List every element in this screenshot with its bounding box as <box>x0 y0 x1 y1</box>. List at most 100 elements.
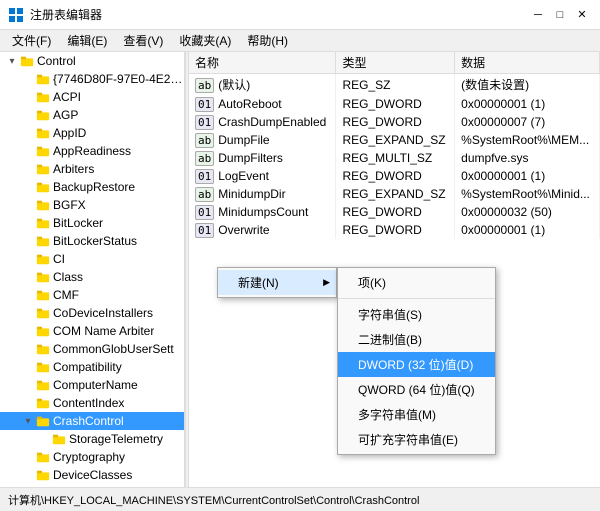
main-area: ▾ Control {7746D80F-97E0-4E26-... ACPI A… <box>0 52 600 487</box>
menu-item-file[interactable]: 文件(F) <box>4 30 59 51</box>
minimize-button[interactable]: ─ <box>528 5 548 25</box>
tree-expand-icon: ▾ <box>4 56 20 67</box>
table-row[interactable]: 01MinidumpsCountREG_DWORD0x00000032 (50) <box>189 203 600 221</box>
submenu-item-item-qword[interactable]: QWORD (64 位)值(Q) <box>338 377 495 402</box>
tree-item-bgfx[interactable]: BGFX <box>0 196 184 214</box>
cell-data: dumpfve.sys <box>455 149 600 167</box>
tree-item-label: COM Name Arbiter <box>53 324 154 338</box>
tree-item-contentindex[interactable]: ContentIndex <box>0 394 184 412</box>
cell-type: REG_MULTI_SZ <box>336 149 455 167</box>
folder-icon <box>36 396 50 410</box>
cell-data: (数值未设置) <box>455 74 600 96</box>
tree-item-cmf[interactable]: CMF <box>0 286 184 304</box>
folder-icon <box>36 162 50 176</box>
folder-icon <box>36 342 50 356</box>
menu-item-edit[interactable]: 编辑(E) <box>59 30 115 51</box>
string-icon: ab <box>195 151 214 166</box>
folder-icon <box>36 414 50 428</box>
string-icon: ab <box>195 187 214 202</box>
col-header-type[interactable]: 类型 <box>336 52 455 74</box>
folder-icon <box>36 450 50 464</box>
tree-item-codeviceinstallers[interactable]: CoDeviceInstallers <box>0 304 184 322</box>
menu-item-view[interactable]: 查看(V) <box>115 30 171 51</box>
submenu-item-item-binary[interactable]: 二进制值(B) <box>338 327 495 352</box>
tree-item-label: BitLockerStatus <box>53 234 137 248</box>
folder-icon <box>36 234 50 248</box>
tree-item-computername[interactable]: ComputerName <box>0 376 184 394</box>
menu-bar: 文件(F)编辑(E)查看(V)收藏夹(A)帮助(H) <box>0 30 600 52</box>
cell-data: 0x00000001 (1) <box>455 95 600 113</box>
table-row[interactable]: 01LogEventREG_DWORD0x00000001 (1) <box>189 167 600 185</box>
tree-item-ci[interactable]: CI <box>0 250 184 268</box>
dword-icon: 01 <box>195 97 214 112</box>
tree-item-compatibility[interactable]: Compatibility <box>0 358 184 376</box>
tree-item-backuprestore[interactable]: BackupRestore <box>0 178 184 196</box>
tree-item-class[interactable]: Class <box>0 268 184 286</box>
tree-item-commonglobusersett[interactable]: CommonGlobUserSett <box>0 340 184 358</box>
tree-item-appreadiness[interactable]: AppReadiness <box>0 142 184 160</box>
submenu-item-item-expand[interactable]: 可扩充字符串值(E) <box>338 427 495 452</box>
folder-icon <box>36 144 50 158</box>
col-header-data[interactable]: 数据 <box>455 52 600 74</box>
cell-name: abDumpFile <box>189 131 336 149</box>
submenu-item-item-string[interactable]: 字符串值(S) <box>338 302 495 327</box>
tree-item-storagetelemetry[interactable]: StorageTelemetry <box>0 430 184 448</box>
title-bar-left: 注册表编辑器 <box>8 6 102 23</box>
tree-item-comnamearbiter[interactable]: COM Name Arbiter <box>0 322 184 340</box>
tree-item-control-root[interactable]: ▾ Control <box>0 52 184 70</box>
submenu-item-item-multi[interactable]: 多字符串值(M) <box>338 402 495 427</box>
table-row[interactable]: abMinidumpDirREG_EXPAND_SZ%SystemRoot%\M… <box>189 185 600 203</box>
folder-icon <box>36 90 50 104</box>
table-row[interactable]: 01AutoRebootREG_DWORD0x00000001 (1) <box>189 95 600 113</box>
context-menu-new[interactable]: 新建(N) <box>217 267 337 298</box>
submenu-item-item-dword[interactable]: DWORD (32 位)值(D) <box>338 352 495 377</box>
cell-name: 01Overwrite <box>189 221 336 239</box>
menu-item-help[interactable]: 帮助(H) <box>239 30 296 51</box>
table-row[interactable]: 01OverwriteREG_DWORD0x00000001 (1) <box>189 221 600 239</box>
table-row[interactable]: ab(默认)REG_SZ(数值未设置) <box>189 74 600 96</box>
tree-item-label: {7746D80F-97E0-4E26-... <box>53 72 184 86</box>
cell-data: %SystemRoot%\MEM... <box>455 131 600 149</box>
folder-icon <box>36 198 50 212</box>
table-row[interactable]: 01CrashDumpEnabledREG_DWORD0x00000007 (7… <box>189 113 600 131</box>
tree-item-label: BGFX <box>53 198 86 212</box>
tree-item-label: BackupRestore <box>53 180 135 194</box>
tree-expand-icon: ▾ <box>20 416 36 427</box>
submenu-new-types[interactable]: 项(K) 字符串值(S)二进制值(B)DWORD (32 位)值(D)QWORD … <box>337 267 496 455</box>
cell-type: REG_EXPAND_SZ <box>336 185 455 203</box>
table-row[interactable]: abDumpFileREG_EXPAND_SZ%SystemRoot%\MEM.… <box>189 131 600 149</box>
tree-item-appid[interactable]: AppID <box>0 124 184 142</box>
folder-icon <box>36 324 50 338</box>
folder-icon <box>36 252 50 266</box>
dword-icon: 01 <box>195 115 214 130</box>
folder-icon <box>36 360 50 374</box>
cell-data: 0x00000032 (50) <box>455 203 600 221</box>
tree-item-bitlockerstatus[interactable]: BitLockerStatus <box>0 232 184 250</box>
folder-icon <box>36 180 50 194</box>
folder-icon <box>36 72 50 86</box>
string-icon: ab <box>195 133 214 148</box>
tree-item-label: AGP <box>53 108 78 122</box>
tree-item-arbiters[interactable]: Arbiters <box>0 160 184 178</box>
tree-item-label: Control <box>37 54 76 68</box>
folder-icon <box>36 126 50 140</box>
tree-item-agp[interactable]: AGP <box>0 106 184 124</box>
tree-item-acpi[interactable]: ACPI <box>0 88 184 106</box>
tree-item-label: Cryptography <box>53 450 125 464</box>
folder-icon <box>36 216 50 230</box>
tree-item-bitlocker[interactable]: BitLocker <box>0 214 184 232</box>
cell-name: 01CrashDumpEnabled <box>189 113 336 131</box>
tree-item-crashcontrol[interactable]: ▾ CrashControl <box>0 412 184 430</box>
menu-item-favorites[interactable]: 收藏夹(A) <box>171 30 239 51</box>
submenu-item-item-key[interactable]: 项(K) <box>338 270 495 295</box>
tree-item-deviceclasses[interactable]: DeviceClasses <box>0 466 184 484</box>
close-button[interactable]: ✕ <box>572 5 592 25</box>
tree-pane[interactable]: ▾ Control {7746D80F-97E0-4E26-... ACPI A… <box>0 52 185 487</box>
registry-table: 名称类型数据 ab(默认)REG_SZ(数值未设置)01AutoRebootRE… <box>189 52 600 239</box>
context-menu-item-new[interactable]: 新建(N) <box>218 270 336 295</box>
tree-item-7746d80f[interactable]: {7746D80F-97E0-4E26-... <box>0 70 184 88</box>
tree-item-cryptography[interactable]: Cryptography <box>0 448 184 466</box>
maximize-button[interactable]: □ <box>550 5 570 25</box>
col-header-name[interactable]: 名称 <box>189 52 336 74</box>
table-row[interactable]: abDumpFiltersREG_MULTI_SZdumpfve.sys <box>189 149 600 167</box>
